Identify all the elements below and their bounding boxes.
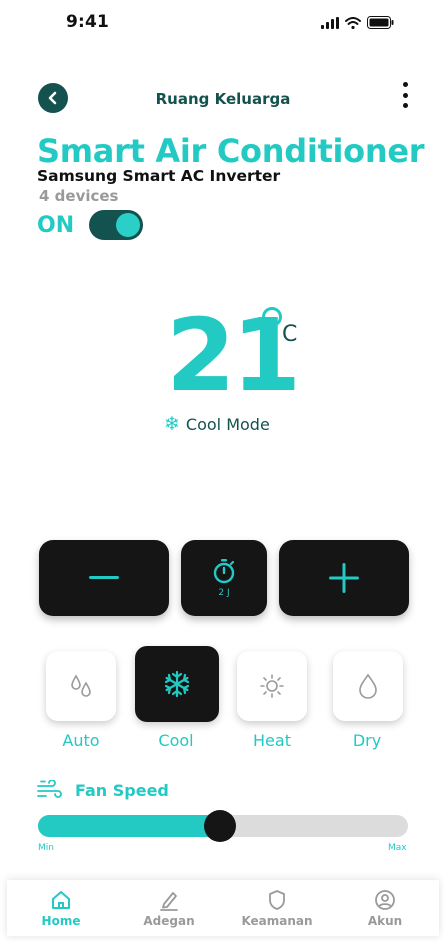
- power-toggle[interactable]: [89, 210, 143, 240]
- device-title: Smart Air Conditioner: [37, 132, 425, 170]
- mode-cool-button[interactable]: [135, 646, 219, 722]
- timer-button[interactable]: 2 J: [181, 540, 267, 616]
- mode-label-auto: Auto: [62, 731, 100, 750]
- mode-auto-button[interactable]: [46, 651, 116, 721]
- nav-akun-label: Akun: [367, 913, 403, 928]
- more-dot-icon: [402, 92, 408, 98]
- current-mode-label: Cool Mode: [185, 414, 270, 434]
- bottom-navigation: Home Adegan Keamanan Akun: [7, 880, 439, 936]
- shield-icon: [269, 889, 285, 910]
- snowflake-icon: [164, 670, 190, 698]
- more-options-button[interactable]: [398, 82, 412, 108]
- nav-adegan[interactable]: Adegan: [115, 880, 223, 936]
- home-icon: [52, 890, 70, 909]
- nav-akun[interactable]: Akun: [331, 880, 439, 936]
- droplets-icon: [71, 674, 91, 697]
- status-time: 9:41: [66, 12, 110, 32]
- nav-adegan-label: Adegan: [143, 913, 195, 928]
- power-status-label: ON: [37, 213, 75, 238]
- more-dot-icon: [402, 82, 408, 87]
- minus-icon: [89, 576, 119, 579]
- nav-home[interactable]: Home: [7, 880, 115, 936]
- mode-label-cool: Cool: [158, 731, 194, 750]
- plus-icon: [329, 563, 359, 593]
- current-mode: ❄ Cool Mode: [164, 413, 270, 435]
- status-icons: [321, 16, 394, 29]
- slider-fill: [38, 815, 220, 837]
- decrease-temperature-button[interactable]: [39, 540, 169, 616]
- timer-label: 2 J: [218, 588, 230, 598]
- mode-label-heat: Heat: [253, 731, 291, 750]
- fan-speed-slider-thumb[interactable]: [204, 810, 236, 842]
- slider-max-label: Max: [388, 843, 407, 853]
- fan-speed-label: Fan Speed: [75, 781, 169, 800]
- battery-icon: [367, 16, 394, 29]
- mode-label-dry: Dry: [352, 731, 382, 750]
- degree-icon: [262, 307, 282, 327]
- nav-keamanan[interactable]: Keamanan: [223, 880, 331, 936]
- edit-icon: [160, 891, 178, 911]
- toggle-knob: [116, 213, 140, 237]
- mode-heat-button[interactable]: [237, 651, 307, 721]
- mode-dry-button[interactable]: [333, 651, 403, 721]
- temperature-unit: C: [282, 322, 298, 347]
- sun-icon: [260, 674, 284, 698]
- page-title: Ruang Keluarga: [155, 90, 291, 108]
- signal-icon: [321, 16, 339, 29]
- increase-temperature-button[interactable]: [279, 540, 409, 616]
- device-model: Samsung Smart AC Inverter: [37, 167, 281, 185]
- wifi-icon: [345, 16, 361, 29]
- user-icon: [375, 889, 395, 910]
- slider-min-label: Min: [38, 843, 54, 853]
- drop-icon: [359, 673, 377, 699]
- device-count: 4 devices: [39, 187, 119, 205]
- stopwatch-icon: [213, 559, 235, 584]
- wind-icon: [37, 780, 62, 798]
- more-dot-icon: [402, 103, 408, 108]
- nav-home-label: Home: [41, 913, 81, 928]
- snowflake-icon: ❄: [164, 413, 180, 435]
- nav-keamanan-label: Keamanan: [241, 913, 313, 928]
